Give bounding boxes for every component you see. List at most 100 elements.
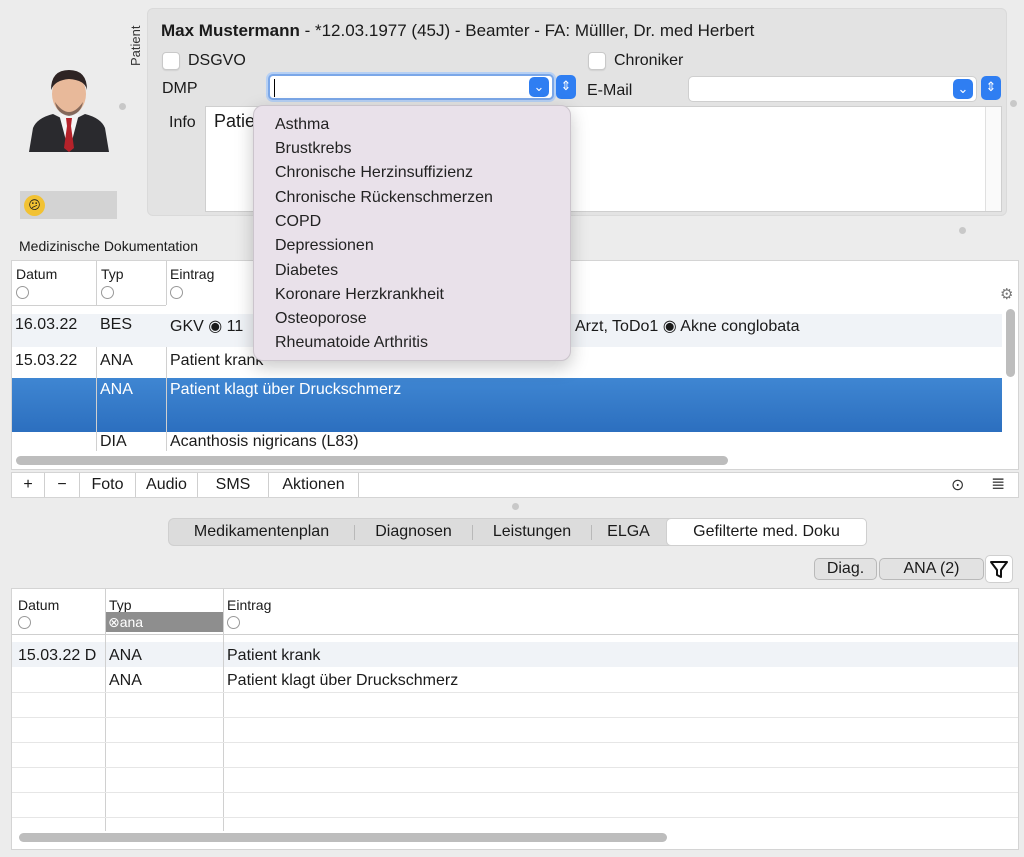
cell-datum: 15.03.22 bbox=[15, 352, 78, 369]
aktionen-button[interactable]: Aktionen bbox=[269, 473, 359, 497]
col-header-typ[interactable]: Typ bbox=[109, 597, 132, 613]
med-doc-toolbar: + − Foto Audio SMS Aktionen ⊙ ≣ bbox=[11, 472, 1019, 498]
col-header-typ[interactable]: Typ bbox=[101, 266, 124, 282]
remove-entry-button[interactable]: − bbox=[45, 473, 80, 497]
dsgvo-checkbox[interactable] bbox=[162, 52, 180, 70]
dmp-label: DMP bbox=[162, 80, 198, 97]
tab-leistungen[interactable]: Leistungen bbox=[473, 519, 591, 545]
vertical-scrollbar[interactable] bbox=[1006, 309, 1015, 377]
table-row-selected[interactable] bbox=[12, 378, 1002, 432]
header-divider bbox=[12, 634, 1018, 635]
text-lines-icon[interactable]: ≣ bbox=[991, 474, 1005, 494]
cell-typ: DIA bbox=[100, 433, 127, 450]
sms-button[interactable]: SMS bbox=[198, 473, 269, 497]
tab-medikamentenplan[interactable]: Medikamentenplan bbox=[169, 519, 354, 545]
dmp-option-brustkrebs[interactable]: Brustkrebs bbox=[275, 140, 351, 158]
splitter-dot bbox=[512, 503, 519, 510]
patient-avatar[interactable] bbox=[25, 62, 113, 152]
add-entry-button[interactable]: + bbox=[12, 473, 45, 497]
patient-header: Max Mustermann - *12.03.1977 (45J) - Bea… bbox=[161, 21, 754, 41]
patient-name: Max Mustermann bbox=[161, 21, 300, 40]
dmp-stepper-icon[interactable]: ⇕ bbox=[556, 75, 576, 99]
cell-eintrag: Acanthosis nigricans (L83) bbox=[170, 433, 359, 450]
datum-filter-radio[interactable] bbox=[18, 616, 31, 629]
dmp-option-rheumatoide-arthritis[interactable]: Rheumatoide Arthritis bbox=[275, 334, 428, 352]
cell-typ: ANA bbox=[109, 647, 142, 664]
email-label: E-Mail bbox=[587, 82, 633, 99]
dmp-combobox[interactable]: ⌄ bbox=[268, 74, 554, 100]
table-row[interactable] bbox=[12, 642, 1018, 667]
foto-button[interactable]: Foto bbox=[80, 473, 136, 497]
col-separator bbox=[223, 589, 224, 831]
cell-eintrag: GKV ◉ 11 bbox=[170, 318, 244, 335]
info-label: Info bbox=[169, 114, 196, 131]
row-divider bbox=[12, 692, 1018, 693]
horizontal-scrollbar[interactable] bbox=[19, 833, 667, 842]
dmp-dropdown-menu: Asthma Brustkrebs Chronische Herzinsuffi… bbox=[253, 105, 571, 361]
funnel-icon bbox=[990, 561, 1008, 578]
col-separator bbox=[105, 589, 106, 831]
col-separator bbox=[166, 347, 167, 451]
med-doc-title: Medizinische Dokumentation bbox=[19, 238, 198, 254]
info-scrollbar[interactable] bbox=[985, 107, 1001, 211]
cell-typ: ANA bbox=[109, 672, 142, 689]
cell-eintrag-cont: Arzt, ToDo1 ◉ Akne conglobata bbox=[575, 318, 800, 335]
col-separator bbox=[96, 347, 97, 451]
col-separator bbox=[96, 261, 97, 305]
dmp-option-depressionen[interactable]: Depressionen bbox=[275, 237, 374, 255]
col-header-datum[interactable]: Datum bbox=[18, 597, 59, 613]
tab-diagnosen[interactable]: Diagnosen bbox=[355, 519, 472, 545]
chevron-down-icon[interactable]: ⌄ bbox=[529, 77, 549, 97]
dmp-option-osteoporose[interactable]: Osteoporose bbox=[275, 310, 367, 328]
row-divider bbox=[12, 742, 1018, 743]
splitter-dot bbox=[959, 227, 966, 234]
eintrag-filter-radio[interactable] bbox=[227, 616, 240, 629]
dmp-option-herzinsuffizienz[interactable]: Chronische Herzinsuffizienz bbox=[275, 164, 473, 182]
splitter-dot bbox=[119, 103, 126, 110]
cell-typ: ANA bbox=[100, 352, 133, 369]
cell-datum: 15.03.22 D bbox=[18, 647, 97, 664]
more-options-icon[interactable]: ⊙ bbox=[951, 475, 964, 495]
row-divider bbox=[12, 817, 1018, 818]
dmp-option-diabetes[interactable]: Diabetes bbox=[275, 262, 338, 280]
clear-filter-icon[interactable]: ⊗ bbox=[108, 614, 120, 630]
filter-button[interactable] bbox=[985, 555, 1013, 583]
col-header-datum[interactable]: Datum bbox=[16, 266, 57, 282]
patient-details: - *12.03.1977 (45J) - Beamter - FA: Müll… bbox=[299, 21, 755, 40]
dmp-option-rueckenschmerzen[interactable]: Chronische Rückenschmerzen bbox=[275, 189, 493, 207]
chroniker-checkbox[interactable] bbox=[588, 52, 606, 70]
col-header-eintrag[interactable]: Eintrag bbox=[170, 266, 214, 282]
col-header-eintrag[interactable]: Eintrag bbox=[227, 597, 271, 613]
typ-filter-field[interactable]: ⊗ana bbox=[105, 612, 223, 632]
email-stepper-icon[interactable]: ⇕ bbox=[981, 76, 1001, 100]
eintrag-filter-radio[interactable] bbox=[170, 286, 183, 299]
info-value: Patie bbox=[214, 111, 256, 131]
datum-filter-radio[interactable] bbox=[16, 286, 29, 299]
cell-typ: ANA bbox=[100, 381, 133, 398]
cell-eintrag: Patient krank bbox=[227, 647, 321, 664]
filtered-doc-table: Datum Typ ⊗ana Eintrag 15.03.22 D ANA Pa… bbox=[11, 588, 1019, 850]
dmp-option-khk[interactable]: Koronare Herzkrankheit bbox=[275, 286, 444, 304]
row-divider bbox=[12, 792, 1018, 793]
chevron-down-icon[interactable]: ⌄ bbox=[953, 79, 973, 99]
email-combobox[interactable]: ⌄ bbox=[688, 76, 977, 102]
ana-filter-button[interactable]: ANA (2) bbox=[879, 558, 984, 580]
tab-elga[interactable]: ELGA bbox=[592, 519, 665, 545]
diag-filter-button[interactable]: Diag. bbox=[814, 558, 877, 580]
dmp-option-copd[interactable]: COPD bbox=[275, 213, 321, 231]
cell-eintrag: Patient klagt über Druckschmerz bbox=[170, 381, 402, 398]
tab-bar: Medikamentenplan Diagnosen Leistungen EL… bbox=[168, 518, 867, 546]
mood-emoji-icon: 😕 bbox=[24, 195, 45, 216]
horizontal-scrollbar[interactable] bbox=[16, 456, 728, 465]
cell-typ: BES bbox=[100, 316, 133, 333]
gear-icon[interactable]: ⚙ bbox=[1000, 285, 1013, 303]
audio-button[interactable]: Audio bbox=[136, 473, 198, 497]
typ-filter-radio[interactable] bbox=[101, 286, 114, 299]
tab-gefilterte-med-doku[interactable]: Gefilterte med. Doku bbox=[666, 518, 867, 546]
dmp-option-asthma[interactable]: Asthma bbox=[275, 116, 329, 134]
cell-datum: 16.03.22 bbox=[15, 316, 78, 333]
patient-section-label: Patient bbox=[128, 25, 143, 66]
col-separator bbox=[166, 261, 167, 305]
header-divider bbox=[12, 305, 166, 306]
cell-eintrag: Patient klagt über Druckschmerz bbox=[227, 672, 459, 689]
